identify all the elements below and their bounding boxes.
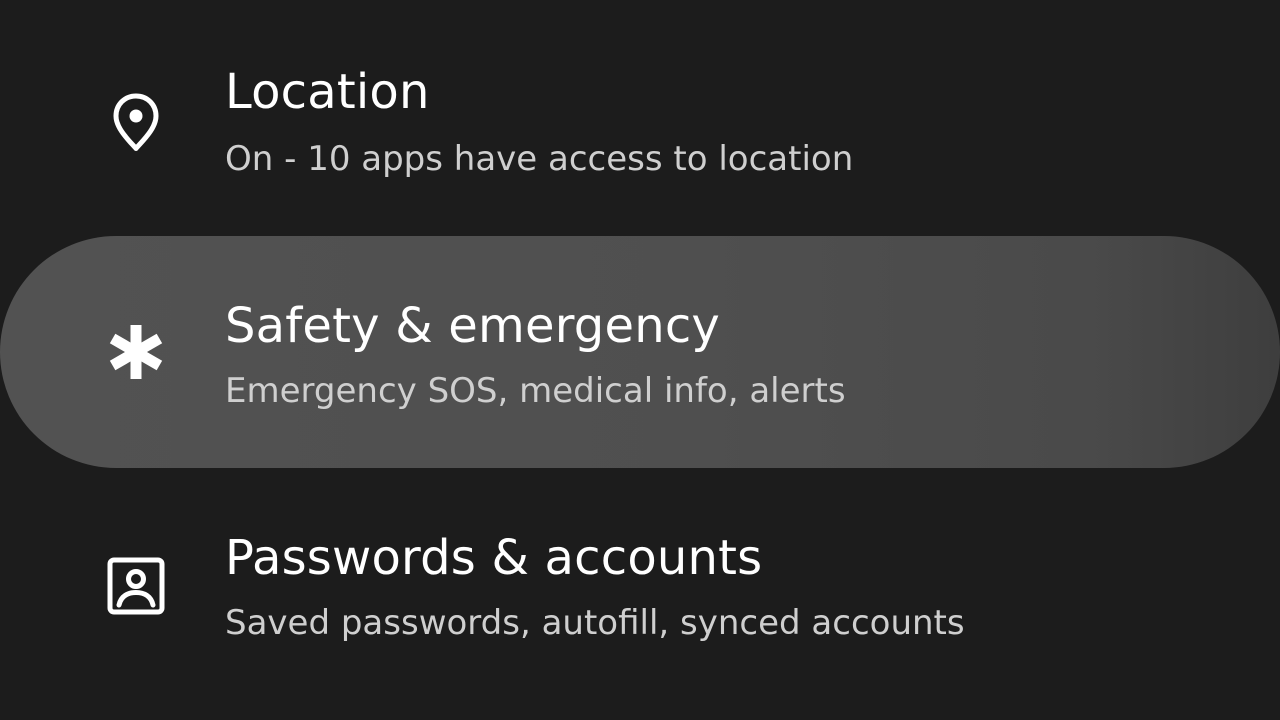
settings-item-title: Location [225,64,430,120]
settings-item-subtitle: On - 10 apps have access to location [225,139,854,179]
settings-item-title: Safety & emergency [225,298,721,354]
settings-list: Location On - 10 apps have access to loc… [0,0,1280,720]
settings-item-subtitle: Saved passwords, autofill, synced accoun… [225,603,965,643]
account-box-icon [100,550,172,622]
settings-item-subtitle: Emergency SOS, medical info, alerts [225,371,846,411]
settings-item-location[interactable]: Location On - 10 apps have access to loc… [0,1,1280,233]
settings-item-passwords-accounts[interactable]: Passwords & accounts Saved passwords, au… [0,468,1280,700]
location-pin-icon [100,85,172,157]
settings-item-safety-emergency[interactable]: Safety & emergency Emergency SOS, medica… [0,236,1280,468]
asterisk-icon [100,316,172,388]
settings-item-title: Passwords & accounts [225,530,763,586]
